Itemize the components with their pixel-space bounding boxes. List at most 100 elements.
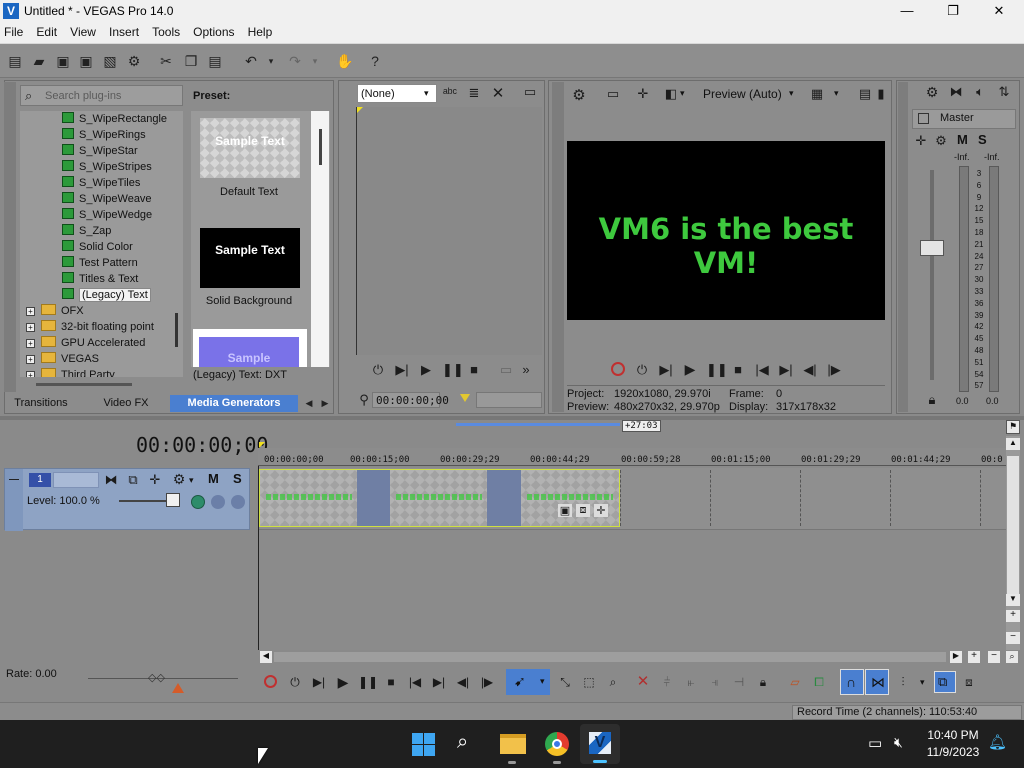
trim-start-icon[interactable]: ⫦ (682, 673, 700, 691)
save-snapshot-icon[interactable]: ▮ (874, 86, 888, 102)
tree-item-plugin[interactable]: Titles & Text (20, 271, 183, 287)
volume-muted-icon[interactable]: 🔇︎ (894, 734, 903, 751)
tree-item-folder[interactable]: + GPU Accelerated (20, 335, 183, 351)
previous-frame-icon[interactable]: ◀| (802, 362, 818, 378)
collapse-icon[interactable] (9, 479, 19, 480)
tree-item-plugin[interactable]: S_Zap (20, 223, 183, 239)
play-from-start-icon[interactable]: ▶| (310, 673, 328, 691)
undo-icon[interactable]: ↶ (242, 52, 260, 70)
ripple-edit-icon[interactable]: ⫶ (894, 673, 912, 691)
new-file-icon[interactable]: ▤ (6, 52, 24, 70)
taskbar-time[interactable]: 10:40 PM (924, 728, 982, 742)
play-icon[interactable]: ▶ (334, 673, 352, 691)
tree-item-plugin[interactable]: S_WipeWedge (20, 207, 183, 223)
chevron-down-icon[interactable]: ▾ (789, 88, 794, 99)
menu-options[interactable]: Options (189, 22, 238, 39)
stop-icon[interactable]: ■ (382, 673, 400, 691)
open-folder-icon[interactable]: ▰ (30, 52, 48, 70)
save-as-icon[interactable]: ▣ (77, 52, 95, 70)
save-icon[interactable]: ▣ (54, 52, 72, 70)
timeline-vscrollbar[interactable]: ▲ ▼ + − (1006, 436, 1020, 650)
mixer-settings-gear-icon[interactable]: ⚙ (924, 84, 940, 101)
expand-icon[interactable]: + (26, 355, 35, 364)
copy-icon[interactable]: ❐ (182, 52, 200, 70)
zoom-in-track-icon[interactable]: + (1006, 610, 1020, 622)
composite-mode-icon[interactable] (191, 495, 205, 509)
track-motion-icon[interactable]: ⧓ (103, 472, 119, 488)
clear-icon[interactable]: ✕ (490, 84, 506, 102)
tabs-scroll-left-icon[interactable]: ◀ (302, 396, 316, 411)
splitter[interactable] (0, 416, 1024, 420)
external-monitor-icon[interactable]: ▭ (604, 86, 622, 102)
overlays-grid-icon[interactable]: ▦ (808, 86, 826, 102)
notification-bell-icon[interactable]: 🔔︎ (988, 733, 1007, 751)
lock-fader-icon[interactable]: 🔒︎ (925, 392, 939, 408)
tree-item-plugin[interactable]: Test Pattern (20, 255, 183, 271)
auto-crossfade-button[interactable]: ⋈ (865, 669, 889, 695)
marker-pin-icon[interactable]: ⚲ (358, 392, 370, 408)
record-icon[interactable] (264, 675, 277, 688)
selection-tool-icon[interactable]: ⬚ (580, 673, 598, 691)
master-fader-handle[interactable] (920, 240, 944, 256)
pause-icon[interactable]: ❚❚ (358, 673, 378, 691)
track-solo-button[interactable]: S (233, 471, 242, 486)
loop-icon[interactable]: ⏻ (634, 362, 650, 378)
chevron-down-icon[interactable]: ▾ (189, 475, 194, 486)
track-settings-gear-icon[interactable]: ⚙ (171, 471, 187, 488)
chevron-down-icon[interactable]: ▾ (920, 677, 925, 688)
zoom-tool-icon[interactable]: ⌕ (604, 673, 622, 691)
trim-edit-icon[interactable]: ≣ (466, 85, 482, 101)
preset-thumbnail-solid-background[interactable]: Sample Text (200, 228, 300, 288)
menu-file[interactable]: File (0, 22, 27, 39)
start-button[interactable] (412, 733, 436, 757)
video-event-frame-blank[interactable] (487, 470, 521, 526)
go-to-end-icon[interactable]: ▶| (778, 362, 794, 378)
scroll-right-icon[interactable]: ▶ (950, 651, 962, 663)
bus-fx-icon[interactable]: ✛ (914, 133, 928, 149)
stop-icon[interactable]: ■ (730, 362, 746, 377)
play-icon[interactable]: ▶ (682, 361, 698, 378)
menu-insert[interactable]: Insert (105, 22, 143, 39)
menu-tools[interactable]: Tools (148, 22, 184, 39)
help-whats-this-icon[interactable]: ? (366, 52, 384, 70)
scroll-left-icon[interactable]: ◀ (260, 651, 272, 663)
meter-options-icon[interactable]: ⇅ (996, 84, 1012, 100)
track-name-field[interactable] (53, 472, 99, 488)
tree-item-plugin[interactable]: S_WipeRectangle (20, 111, 183, 127)
video-track-header[interactable]: 1 ⧓ ⧉ ✛ ⚙ ▾ M S Level: 100.0 % (4, 468, 250, 531)
video-event-frame-blank[interactable] (357, 470, 390, 526)
record-icon[interactable] (611, 362, 625, 376)
expand-icon[interactable]: + (26, 323, 35, 332)
previous-frame-icon[interactable]: ◀| (454, 673, 472, 691)
insert-region-icon[interactable]: ⧠ (810, 673, 828, 691)
master-mute-button[interactable]: M (957, 132, 968, 147)
zoom-tool-icon[interactable]: ⌕ (1006, 651, 1018, 663)
properties-gear-icon[interactable]: ⚙ (125, 52, 143, 70)
tree-item-plugin-selected[interactable]: (Legacy) Text (20, 287, 183, 303)
cut-icon[interactable]: ✂ (157, 52, 175, 70)
go-to-start-icon[interactable]: |◀ (406, 673, 424, 691)
search-plugins-box[interactable]: ⌕ Search plug-ins (20, 85, 183, 106)
paste-icon[interactable]: ▤ (206, 52, 224, 70)
tabs-scroll-right-icon[interactable]: ▶ (318, 396, 332, 411)
vegas-taskbar-button[interactable]: V (580, 724, 620, 764)
play-from-start-icon[interactable]: ▶| (658, 362, 674, 378)
render-as-icon[interactable]: ▧ (101, 52, 119, 70)
preview-panel-grip[interactable] (552, 82, 564, 412)
delete-icon[interactable]: ✕ (634, 673, 652, 691)
track-fx-icon[interactable]: ⧉ (125, 472, 141, 488)
redo-icon[interactable]: ↷ (286, 52, 304, 70)
panel-grip[interactable] (4, 82, 16, 392)
expand-icon[interactable]: + (26, 371, 35, 377)
tree-item-folder[interactable]: + Third Party (20, 367, 183, 377)
copy-snapshot-icon[interactable]: ▤ (856, 86, 874, 102)
undo-dropdown-icon[interactable]: ▾ (262, 52, 280, 70)
video-event-frame[interactable] (390, 470, 487, 526)
tree-item-plugin[interactable]: S_WipeRings (20, 127, 183, 143)
bus-settings-icon[interactable]: ⚙ (934, 133, 948, 149)
marker-flag-icon[interactable]: ⚑ (1006, 420, 1020, 434)
search-icon[interactable]: ⌕ (457, 731, 468, 754)
preview-screen[interactable]: VM6 is the best VM! (567, 141, 885, 320)
timeline-hscrollbar[interactable]: ◀ ▶ + − ⌕ (258, 650, 1020, 664)
next-frame-icon[interactable]: |▶ (826, 362, 842, 378)
